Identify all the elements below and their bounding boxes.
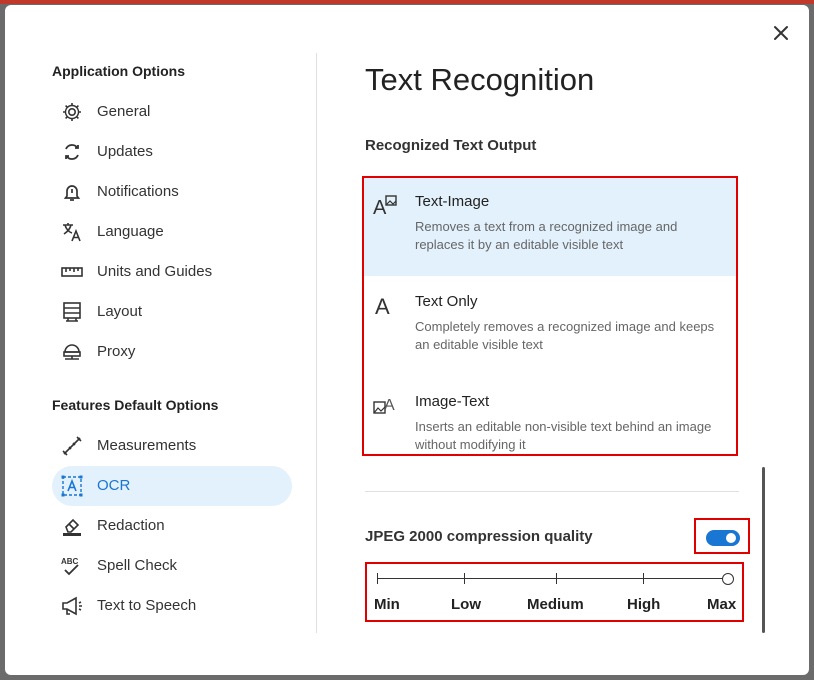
bell-icon <box>60 180 84 204</box>
toggle-knob <box>726 533 736 543</box>
slider-label-low: Low <box>451 596 481 613</box>
jpeg-toggle-highlight <box>694 518 750 554</box>
ruler-icon <box>60 260 84 284</box>
quality-slider-thumb[interactable] <box>722 573 734 585</box>
application-options-title: Application Options <box>52 63 185 79</box>
sidebar-item-label: Measurements <box>97 437 197 454</box>
sidebar-item-label: Language <box>97 223 164 240</box>
sidebar-item-label: Units and Guides <box>97 263 213 280</box>
option-description: Inserts an editable non-visible text beh… <box>415 419 712 452</box>
output-options-group: A Text-Image Removes a text from a recog… <box>362 176 738 456</box>
sidebar-item-notifications[interactable]: Notifications <box>52 172 292 212</box>
jpeg-quality-label: JPEG 2000 compression quality <box>365 528 593 545</box>
page-title: Text Recognition <box>365 62 595 97</box>
option-title: Text Only <box>415 293 478 310</box>
sidebar-item-label: OCR <box>97 477 131 494</box>
features-options-title: Features Default Options <box>52 397 219 413</box>
option-image-text[interactable]: A Image-Text Inserts an editable non-vis… <box>364 378 736 454</box>
slider-tick <box>556 573 557 584</box>
quality-slider-group: Min Low Medium High Max <box>365 562 744 622</box>
slider-tick <box>464 573 465 584</box>
sidebar-item-label: Spell Check <box>97 557 178 574</box>
slider-label-high: High <box>627 596 661 613</box>
sidebar-item-measurements[interactable]: Measurements <box>52 426 292 466</box>
sidebar-item-updates[interactable]: Updates <box>52 132 292 172</box>
sidebar-item-label: Layout <box>97 303 143 320</box>
sidebar-item-text-to-speech[interactable]: Text to Speech <box>52 586 292 626</box>
option-text-image[interactable]: A Text-Image Removes a text from a recog… <box>364 178 736 276</box>
sidebar-item-label: Updates <box>97 143 153 160</box>
sidebar-divider <box>316 53 317 633</box>
translate-icon <box>60 220 84 244</box>
sidebar-item-spell-check[interactable]: ABC Spell Check <box>52 546 292 586</box>
option-title: Image-Text <box>415 393 490 410</box>
sidebar-item-layout[interactable]: Layout <box>52 292 292 332</box>
sidebar-item-redaction[interactable]: Redaction <box>52 506 292 546</box>
quality-slider-track[interactable] <box>377 578 731 579</box>
refresh-icon <box>60 140 84 164</box>
text-only-icon: A <box>372 292 398 319</box>
window-top-bar <box>0 0 814 4</box>
option-title: Text-Image <box>415 193 490 210</box>
slider-tick <box>643 573 644 584</box>
sidebar-item-label: Text to Speech <box>97 597 197 614</box>
close-button[interactable] <box>769 21 793 45</box>
layout-icon <box>60 300 84 324</box>
text-image-icon: A <box>372 192 398 219</box>
sidebar-item-units-guides[interactable]: Units and Guides <box>52 252 292 292</box>
sidebar-item-label: Notifications <box>97 183 179 200</box>
image-text-icon: A <box>372 392 398 418</box>
svg-text:ABC: ABC <box>61 557 79 566</box>
sidebar-item-label: General <box>97 103 151 120</box>
section-divider <box>365 491 739 492</box>
scrollbar[interactable] <box>762 467 765 633</box>
sidebar-item-ocr[interactable]: OCR <box>52 466 292 506</box>
svg-text:A: A <box>375 294 390 318</box>
slider-label-max: Max <box>707 596 737 613</box>
sidebar-item-general[interactable]: General <box>52 92 292 132</box>
proxy-icon <box>60 340 84 364</box>
eraser-icon <box>60 514 84 538</box>
options-dialog: Application Options General Updates Noti… <box>5 5 809 675</box>
spellcheck-icon: ABC <box>60 554 84 578</box>
slider-tick <box>377 573 378 584</box>
sidebar-item-language[interactable]: Language <box>52 212 292 252</box>
svg-text:A: A <box>384 397 395 414</box>
megaphone-icon <box>60 594 84 618</box>
sidebar-item-proxy[interactable]: Proxy <box>52 332 292 372</box>
sidebar-item-label: Proxy <box>97 343 136 360</box>
gear-icon <box>60 100 84 124</box>
svg-text:A: A <box>373 197 387 218</box>
option-description: Completely removes a recognized image an… <box>415 319 715 352</box>
close-icon <box>774 26 788 40</box>
ocr-icon <box>60 474 84 498</box>
option-description: Removes a text from a recognized image a… <box>415 219 678 252</box>
sidebar-item-label: Redaction <box>97 517 165 534</box>
option-text-only[interactable]: A Text Only Completely removes a recogni… <box>364 278 736 376</box>
slider-label-min: Min <box>374 596 400 613</box>
measure-icon <box>60 434 84 458</box>
jpeg-quality-toggle[interactable] <box>706 530 740 546</box>
slider-label-medium: Medium <box>527 596 584 613</box>
recognized-output-title: Recognized Text Output <box>365 137 537 154</box>
